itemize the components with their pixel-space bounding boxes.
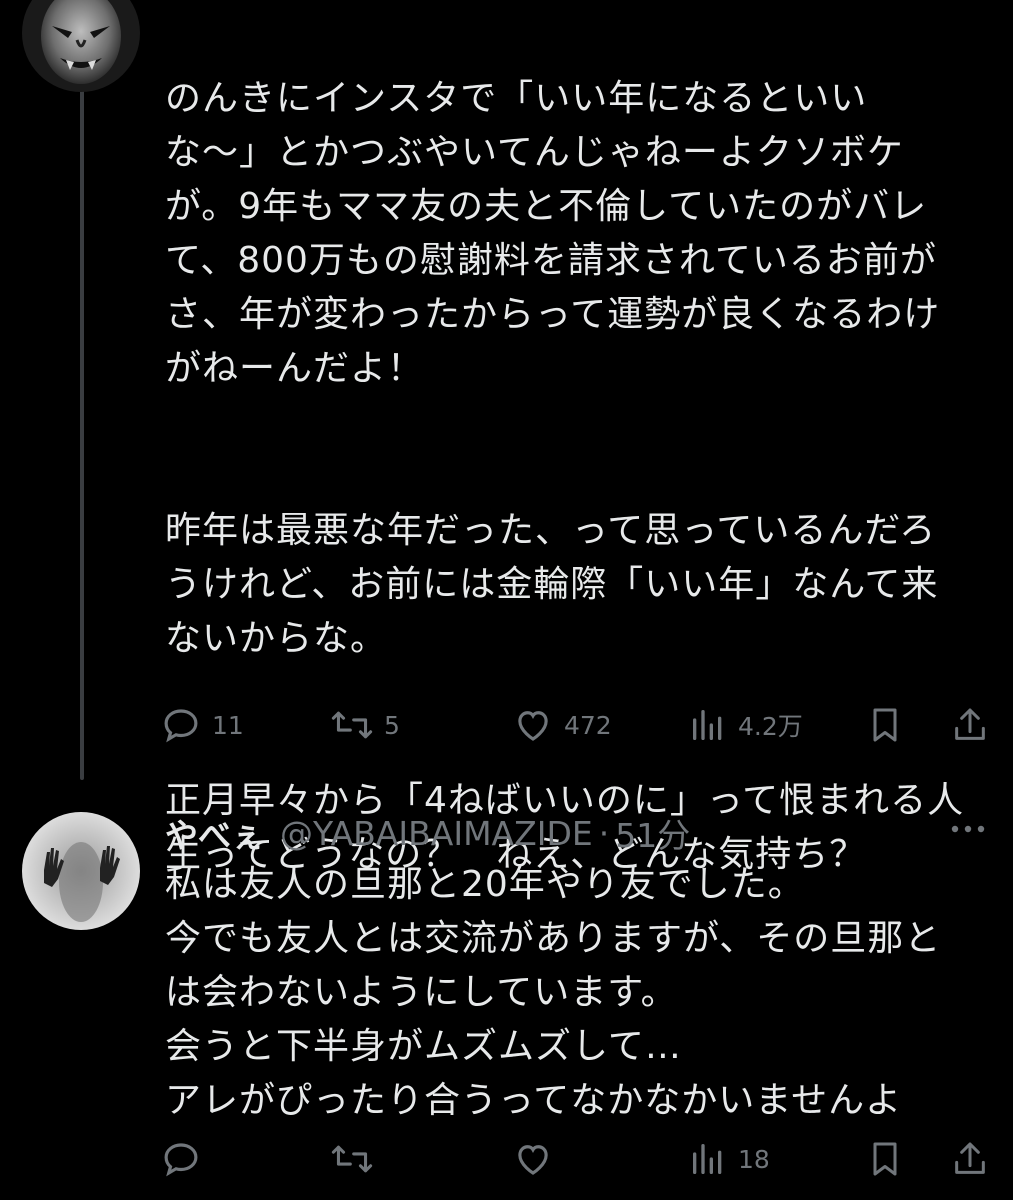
tweet-action-bar: 11 5 472 4.2万 xyxy=(160,700,990,750)
like-button[interactable] xyxy=(512,1134,564,1184)
reply-count: 11 xyxy=(212,710,244,740)
share-button[interactable] xyxy=(950,1134,990,1184)
heart-icon xyxy=(518,1145,548,1175)
tweet-body: のんきにインスタで「いい年になるといい な〜」とかつぶやいてんじゃねーよクソボケ… xyxy=(165,18,985,936)
heart-icon xyxy=(518,711,548,741)
reply-line: 私は友人の旦那と20年やり友でした。 xyxy=(165,864,805,905)
like-button[interactable]: 472 xyxy=(512,700,612,750)
reply-line: 会うと下半身がムズムズして… xyxy=(165,1026,682,1067)
views-count: 18 xyxy=(738,1144,770,1174)
reply-button[interactable]: 11 xyxy=(160,700,244,750)
tweet-paragraph: 昨年は最悪な年だった、って思っているんだろ うけれど、お前には金輪際「いい年」な… xyxy=(165,510,939,659)
bookmark-button[interactable] xyxy=(865,700,905,750)
retweet-button[interactable]: 5 xyxy=(330,700,400,750)
oni-mask-icon xyxy=(22,0,140,92)
share-button[interactable] xyxy=(950,700,990,750)
reply-action-bar: 18 xyxy=(160,1134,990,1184)
reply-line: 今でも友人とは交流がありますが、その旦那と xyxy=(165,918,942,959)
views-button[interactable]: 4.2万 xyxy=(688,700,803,750)
views-count: 4.2万 xyxy=(738,712,803,741)
tweet-paragraph: のんきにインスタで「いい年になるといい な〜」とかつぶやいてんじゃねーよクソボケ… xyxy=(165,78,941,389)
retweet-icon xyxy=(331,1145,373,1173)
bookmark-button[interactable] xyxy=(865,1134,905,1184)
reply-display-name[interactable]: やべぇ xyxy=(165,809,264,857)
bookmark-icon xyxy=(873,708,897,742)
reply-button[interactable] xyxy=(160,1134,212,1184)
reply-body: 私は友人の旦那と20年やり友でした。 今でも友人とは交流がありますが、その旦那と… xyxy=(165,858,985,1128)
reply-line: は会わないようにしています。 xyxy=(165,972,678,1013)
hands-behind-glass-icon xyxy=(22,812,140,930)
retweet-count: 5 xyxy=(384,710,400,740)
retweet-button[interactable] xyxy=(330,1134,384,1184)
thread-connector-line xyxy=(80,80,84,780)
reply-header: やべぇ @YABAIBAIMAZIDE · 51分 xyxy=(165,808,985,858)
reply-line: アレがぴったり合うってなかなかいませんよ xyxy=(165,1080,903,1121)
views-button[interactable]: 18 xyxy=(688,1134,770,1184)
share-icon xyxy=(955,708,985,740)
bookmark-icon xyxy=(873,1142,897,1176)
reply-icon xyxy=(164,1143,198,1177)
more-options-button[interactable] xyxy=(945,814,991,848)
views-icon xyxy=(693,1144,722,1174)
more-horizontal-icon xyxy=(951,825,985,833)
views-icon xyxy=(693,710,722,740)
separator-dot: · xyxy=(598,813,610,853)
retweet-icon xyxy=(331,711,373,739)
reply-icon xyxy=(164,709,198,743)
author-avatar[interactable] xyxy=(22,0,140,92)
reply-author-avatar[interactable] xyxy=(22,812,140,930)
reply-timestamp[interactable]: 51分 xyxy=(615,809,690,857)
like-count: 472 xyxy=(564,710,612,740)
reply-handle[interactable]: @YABAIBAIMAZIDE xyxy=(280,814,593,853)
share-icon xyxy=(955,1142,985,1174)
